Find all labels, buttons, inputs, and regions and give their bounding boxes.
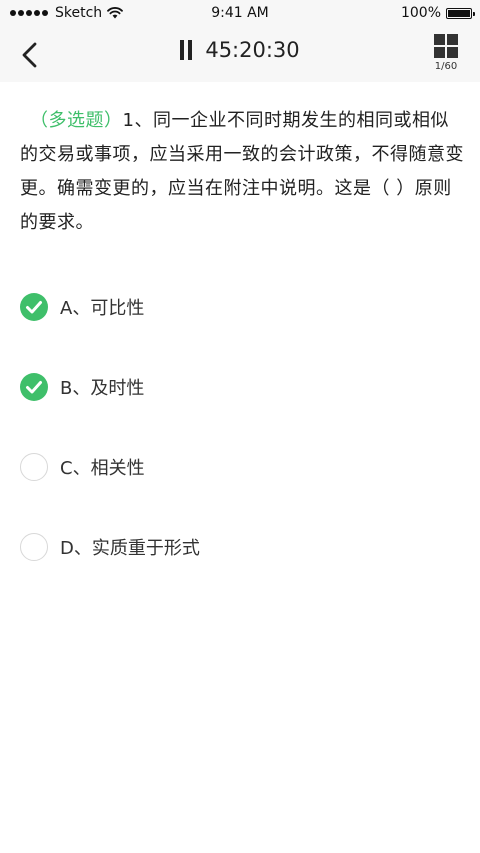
nav-bar: 45:20:30 1/60 <box>0 28 480 82</box>
question-stem: （多选题）1、同一企业不同时期发生的相同或相似的交易或事项，应当采用一致的会计政… <box>20 104 464 240</box>
quiz-screen: Sketch 9:41 AM 100% 45:20:30 1/60 （多选题）1… <box>0 0 480 853</box>
status-bar: Sketch 9:41 AM 100% <box>0 0 480 28</box>
grid-icon <box>434 34 458 58</box>
answer-sheet-button[interactable]: 1/60 <box>426 34 466 78</box>
option-d-label: D、实质重于形式 <box>60 538 200 559</box>
option-a-label: A、可比性 <box>60 298 145 319</box>
exam-timer[interactable]: 45:20:30 <box>0 38 480 65</box>
page-counter: 1/60 <box>434 61 458 72</box>
option-d[interactable]: D、实质重于形式 <box>20 528 460 566</box>
battery-icon <box>446 7 475 19</box>
option-c-radio[interactable] <box>20 453 48 481</box>
question-type-label: （多选题） <box>30 110 123 131</box>
option-a[interactable]: A、可比性 <box>20 288 460 326</box>
option-b-radio[interactable] <box>20 373 48 401</box>
option-b[interactable]: B、及时性 <box>20 368 460 406</box>
timer-text: 45:20:30 <box>205 38 300 62</box>
option-d-radio[interactable] <box>20 533 48 561</box>
pause-icon[interactable] <box>180 40 196 60</box>
battery-percent: 100% <box>400 5 441 21</box>
option-c[interactable]: C、相关性 <box>20 448 460 486</box>
option-list: A、可比性 B、及时性 C、相关性 D、实质重于形式 <box>20 288 460 608</box>
check-icon <box>26 301 42 314</box>
option-b-label: B、及时性 <box>60 378 145 399</box>
check-icon <box>26 381 42 394</box>
option-a-radio[interactable] <box>20 293 48 321</box>
option-c-label: C、相关性 <box>60 458 145 479</box>
status-right: 100% <box>400 5 475 21</box>
